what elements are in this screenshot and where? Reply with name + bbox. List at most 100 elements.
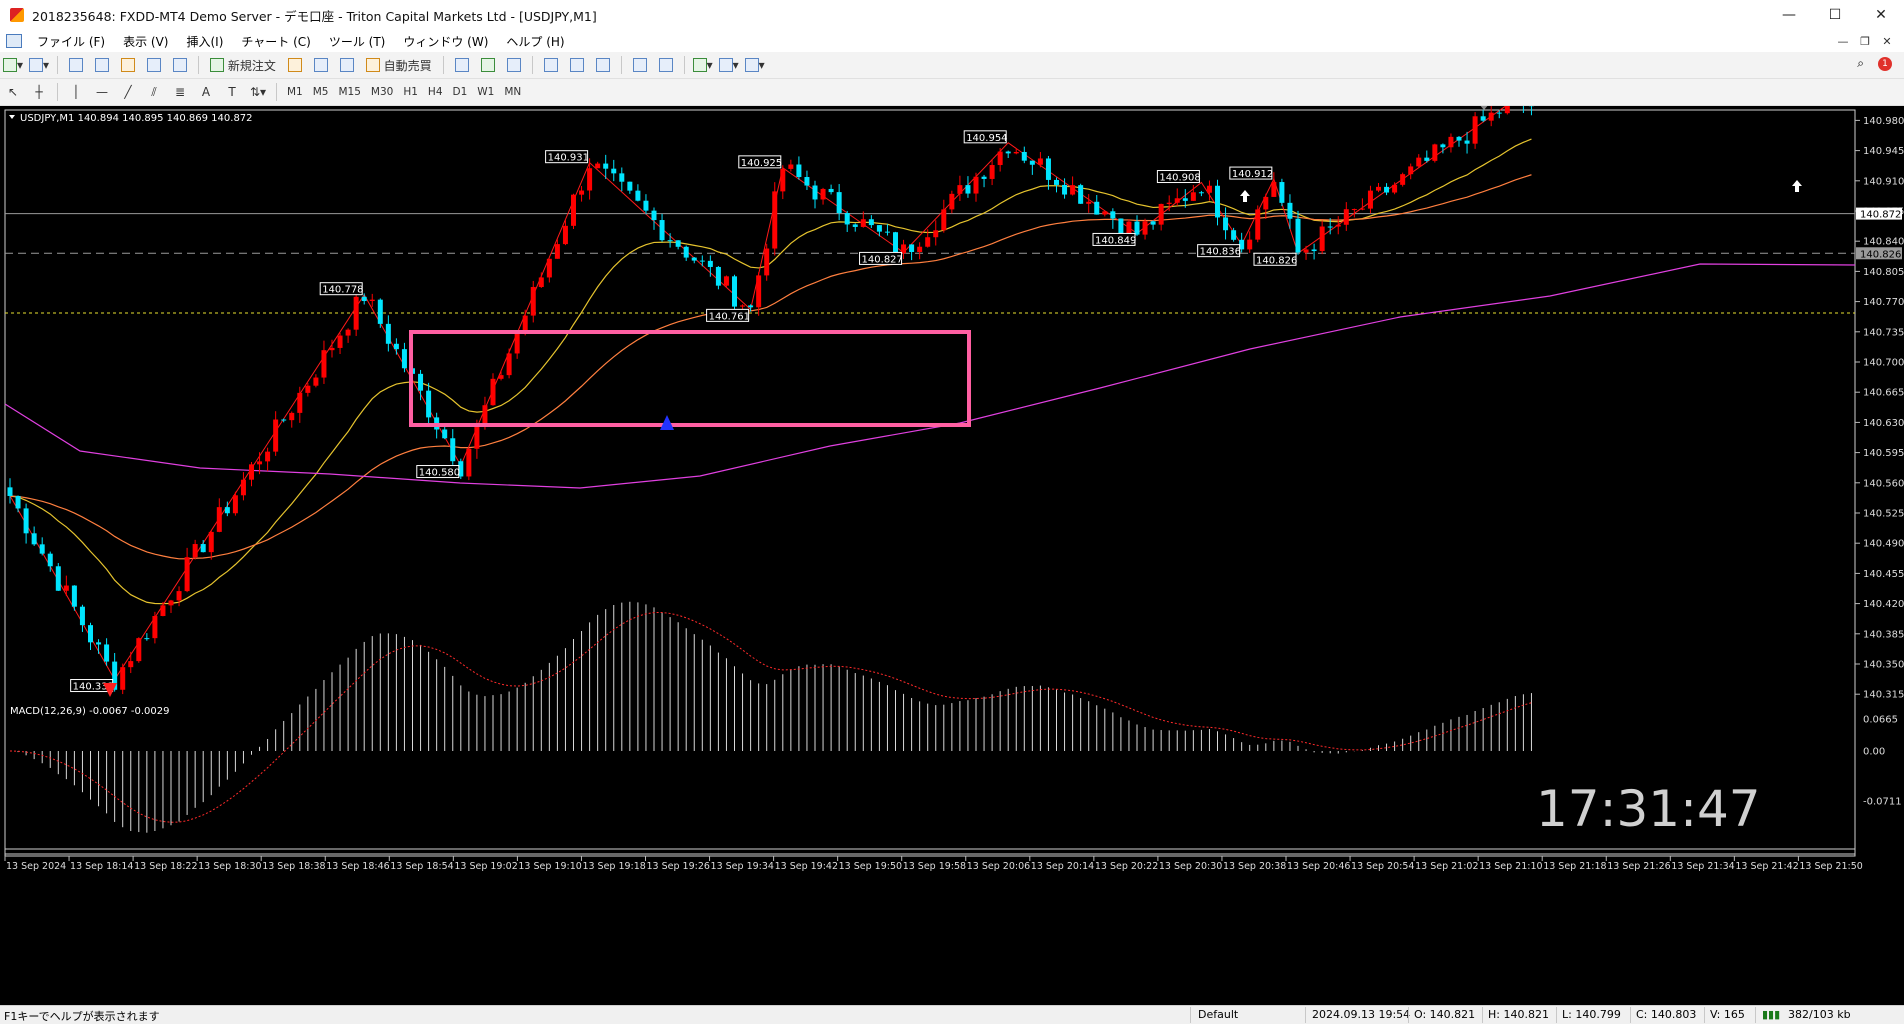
candle-body <box>611 169 616 174</box>
terminal-button[interactable] <box>143 54 165 76</box>
data-window-button[interactable] <box>91 54 113 76</box>
vertical-line-tool[interactable]: │ <box>65 81 87 103</box>
timeframe-m15[interactable]: M15 <box>334 86 366 98</box>
candle-body <box>974 177 979 194</box>
candle-body <box>917 247 922 252</box>
candle-body <box>555 244 560 259</box>
y-tick-label: 140.595 <box>1863 448 1904 459</box>
horizontal-line-tool[interactable]: — <box>91 81 113 103</box>
chart-window[interactable]: 140.332140.778140.580140.931140.761140.9… <box>0 106 1904 1005</box>
auto-trade-button[interactable]: 自動売買 <box>362 54 436 76</box>
candle-body <box>169 600 174 605</box>
metaeditor-button[interactable] <box>284 54 306 76</box>
notification-badge[interactable]: 1 <box>1878 57 1892 71</box>
trendline-tool[interactable]: ╱ <box>117 81 139 103</box>
mdi-restore-button[interactable]: ❐ <box>1854 35 1876 48</box>
market-button[interactable] <box>336 54 358 76</box>
timeframe-m5[interactable]: M5 <box>308 86 334 98</box>
menu-help[interactable]: ヘルプ (H) <box>497 33 573 50</box>
new-chart-button[interactable]: ▾ <box>2 54 24 76</box>
arrows-tool[interactable]: ⇅▾ <box>247 81 269 103</box>
zoom-out-button[interactable] <box>566 54 588 76</box>
y-tick-label: 140.350 <box>1863 660 1904 671</box>
timeframe-mn[interactable]: MN <box>499 86 526 98</box>
status-datetime: 2024.09.13 19:54 <box>1312 1008 1410 1021</box>
candle-body <box>1199 192 1204 193</box>
price-tag-label: 140.872 <box>1860 210 1901 221</box>
timeframe-h4[interactable]: H4 <box>423 86 448 98</box>
menu-window[interactable]: ウィンドウ (W) <box>394 33 497 50</box>
channel-tool[interactable]: ⫽ <box>143 81 165 103</box>
timeframe-w1[interactable]: W1 <box>472 86 499 98</box>
navigator-button[interactable] <box>117 54 139 76</box>
y-tick-label: 140.770 <box>1863 297 1904 308</box>
candle-body <box>1014 152 1019 153</box>
menu-tools[interactable]: ツール (T) <box>320 33 395 50</box>
cursor-tool[interactable]: ↖ <box>2 81 24 103</box>
candle-body <box>676 240 681 247</box>
timeframe-m30[interactable]: M30 <box>366 86 398 98</box>
zoom-in-button[interactable] <box>540 54 562 76</box>
timeframe-m1[interactable]: M1 <box>282 86 308 98</box>
text-tool[interactable]: A <box>195 81 217 103</box>
zigzag-label: 140.836 <box>1200 247 1241 258</box>
timeframe-h1[interactable]: H1 <box>398 86 423 98</box>
chart-shift-button[interactable] <box>655 54 677 76</box>
new-order-button[interactable]: 新規注文 <box>206 54 280 76</box>
y-tick-label: 140.420 <box>1863 599 1904 610</box>
text-label-tool[interactable]: T <box>221 81 243 103</box>
profiles-button[interactable]: ▾ <box>28 54 50 76</box>
y-tick-label: 140.805 <box>1863 267 1904 278</box>
autoscroll-button[interactable] <box>629 54 651 76</box>
periods-button[interactable]: ▾ <box>718 54 740 76</box>
status-profile[interactable]: Default <box>1198 1008 1238 1021</box>
timeframe-d1[interactable]: D1 <box>448 86 473 98</box>
terminal-icon <box>147 58 161 72</box>
candle-body <box>925 237 930 247</box>
line-chart-button[interactable] <box>503 54 525 76</box>
y-tick-label: 140.735 <box>1863 327 1904 338</box>
x-tick-label: 13 Sep 21:42 <box>1735 861 1798 872</box>
chart-header: USDJPY,M1 140.894 140.895 140.869 140.87… <box>20 113 253 124</box>
mdi-minimize-button[interactable]: — <box>1832 35 1854 48</box>
candle-body <box>64 586 69 591</box>
templates-button[interactable]: ▾ <box>744 54 766 76</box>
bar-chart-button[interactable] <box>451 54 473 76</box>
candle-body <box>378 300 383 324</box>
market-watch-button[interactable] <box>65 54 87 76</box>
signals-button[interactable] <box>310 54 332 76</box>
candle-body <box>120 667 125 690</box>
search-icon[interactable]: ⌕ <box>1857 56 1864 71</box>
x-tick-label: 13 Sep 18:14 <box>70 861 133 872</box>
minimize-button[interactable]: — <box>1766 0 1812 30</box>
macd-tick-label: 0.0665 <box>1863 715 1898 726</box>
indicators-button[interactable]: ▾ <box>692 54 714 76</box>
zigzag-label: 140.912 <box>1232 169 1273 180</box>
candle-chart-button[interactable] <box>477 54 499 76</box>
candle-body <box>700 261 705 262</box>
menu-file[interactable]: ファイル (F) <box>28 33 114 50</box>
menu-insert[interactable]: 挿入(I) <box>177 33 232 50</box>
candle-body <box>1296 219 1301 253</box>
candle-body <box>1440 144 1445 147</box>
close-button[interactable]: ✕ <box>1858 0 1904 30</box>
x-tick-label: 13 Sep 20:38 <box>1223 861 1286 872</box>
candle-body <box>330 348 335 350</box>
tester-button[interactable] <box>169 54 191 76</box>
crosshair-tool[interactable]: ┼ <box>28 81 50 103</box>
mdi-close-button[interactable]: ✕ <box>1876 35 1898 48</box>
fibonacci-tool[interactable]: ≣ <box>169 81 191 103</box>
candle-body <box>442 430 447 439</box>
tile-windows-button[interactable] <box>592 54 614 76</box>
chart-window-icon[interactable] <box>6 34 22 48</box>
candle-body <box>1384 187 1389 193</box>
menu-view[interactable]: 表示 (V) <box>114 33 177 50</box>
maximize-button[interactable]: ☐ <box>1812 0 1858 30</box>
candle-body <box>684 247 689 258</box>
candle-body <box>160 605 165 616</box>
price-chart[interactable]: 140.332140.778140.580140.931140.761140.9… <box>0 106 1904 1005</box>
menu-chart[interactable]: チャート (C) <box>232 33 319 50</box>
crosshair-move-icon <box>95 58 109 72</box>
candle-body <box>579 191 584 195</box>
navigator-star-icon <box>121 58 135 72</box>
